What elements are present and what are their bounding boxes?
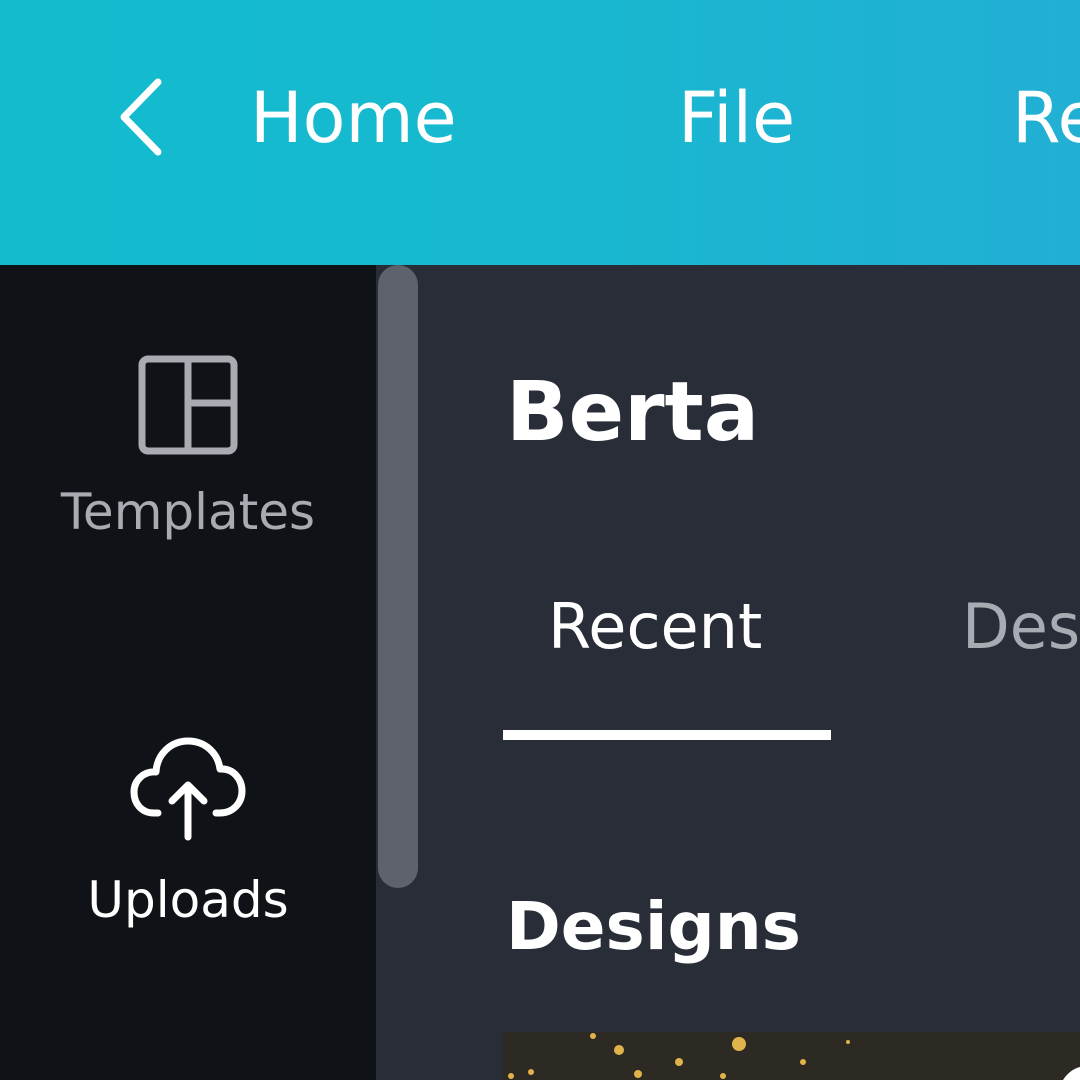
thumbnail-image: [503, 1032, 1080, 1080]
back-button[interactable]: [110, 72, 180, 162]
sidebar-item-label: Templates: [60, 483, 316, 541]
active-tab-indicator: [503, 730, 831, 740]
upload-cloud-icon: [130, 737, 246, 841]
section-title: Designs: [506, 888, 801, 965]
file-menu[interactable]: File: [678, 76, 795, 160]
sidebar-scrollbar[interactable]: [378, 265, 418, 888]
sidebar: Templates Uploads: [0, 265, 376, 1080]
panel-title: Berta: [506, 365, 760, 460]
sidebar-item-label: Uploads: [87, 871, 289, 929]
home-link[interactable]: Home: [250, 76, 457, 160]
top-bar: Home File Re: [0, 0, 1080, 265]
sidebar-item-uploads[interactable]: Uploads: [0, 735, 376, 929]
resize-menu[interactable]: Re: [1012, 76, 1080, 160]
content-panel: Berta Recent Des Designs: [376, 265, 1080, 1080]
editor-window: Home File Re Templates Uploads Berta Rec…: [0, 0, 1080, 1080]
design-thumbnail[interactable]: [503, 1032, 1080, 1080]
sidebar-item-templates[interactable]: Templates: [0, 355, 376, 541]
tab-designs[interactable]: Des: [962, 590, 1080, 663]
templates-icon: [138, 355, 238, 455]
chevron-left-icon: [120, 78, 162, 156]
tab-recent[interactable]: Recent: [548, 590, 762, 663]
